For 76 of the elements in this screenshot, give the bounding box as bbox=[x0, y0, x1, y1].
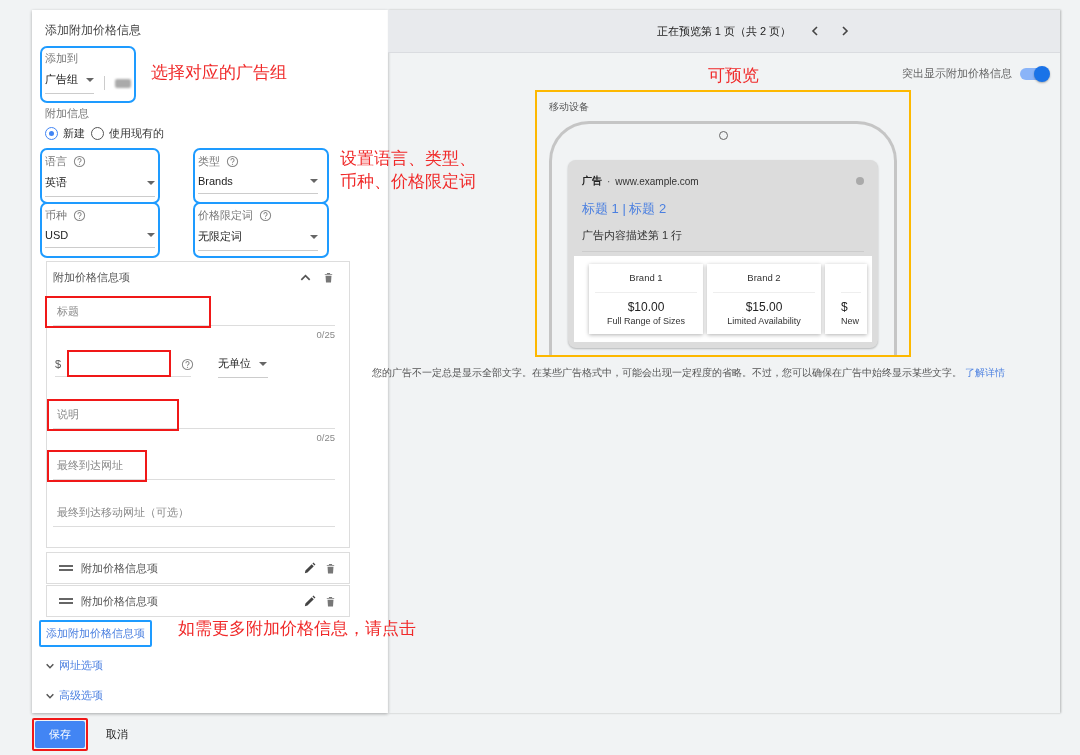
headline-field[interactable]: 标题 bbox=[53, 299, 335, 326]
price-text: $ bbox=[841, 300, 849, 314]
panel-title: 添加附加价格信息 bbox=[45, 22, 142, 39]
annotation-text: 可预览 bbox=[708, 65, 759, 87]
ad-label: 广告 bbox=[582, 174, 602, 188]
trash-icon[interactable] bbox=[324, 594, 337, 608]
item-title: 附加价格信息项 bbox=[81, 560, 159, 576]
device-label: 移动设备 bbox=[549, 100, 590, 114]
dropdown-arrow-icon bbox=[86, 77, 94, 82]
help-icon[interactable] bbox=[226, 155, 239, 168]
cancel-button[interactable]: 取消 bbox=[102, 722, 132, 746]
help-icon[interactable] bbox=[259, 209, 272, 222]
masked-label bbox=[114, 78, 131, 88]
character-counter: 0/25 bbox=[315, 329, 335, 340]
collapsed-item[interactable]: 附加价格信息项 bbox=[46, 552, 350, 584]
drag-handle-icon[interactable] bbox=[59, 564, 73, 572]
dropdown-arrow-icon bbox=[259, 361, 267, 366]
annotation-text: 如需更多附加价格信息，请点击 bbox=[178, 618, 416, 640]
field-label: 语言 bbox=[45, 154, 67, 169]
price-card-header: Brand 2 bbox=[713, 272, 815, 293]
price-field[interactable]: $ bbox=[55, 351, 191, 377]
help-icon[interactable] bbox=[73, 155, 86, 168]
setting-dropdown[interactable]: USD bbox=[45, 229, 155, 248]
radio-option[interactable]: 新建 bbox=[45, 126, 85, 141]
price-description: New bbox=[841, 316, 860, 326]
info-icon bbox=[856, 177, 864, 185]
pencil-icon[interactable] bbox=[303, 561, 316, 575]
trash-icon[interactable] bbox=[322, 271, 335, 284]
url-field[interactable]: 最终到达网址 bbox=[53, 453, 335, 480]
help-icon[interactable] bbox=[181, 357, 194, 371]
description-field[interactable]: 说明 bbox=[53, 402, 335, 429]
help-icon[interactable] bbox=[73, 209, 86, 222]
item-title: 附加价格信息项 bbox=[81, 593, 159, 609]
add-item-link[interactable]: 添加附加价格信息项 bbox=[39, 620, 152, 647]
save-button[interactable]: 保存 bbox=[35, 720, 85, 748]
dropdown-arrow-icon bbox=[147, 233, 155, 237]
price-text: $15.00 bbox=[744, 300, 784, 314]
price-description: Full Range of Sizes bbox=[605, 316, 686, 326]
collapsed-item[interactable]: 附加价格信息项 bbox=[46, 585, 350, 617]
field-label: 币种 bbox=[45, 208, 67, 223]
learn-more-link[interactable]: 了解详情 bbox=[964, 367, 1005, 378]
unit-dropdown[interactable]: 无单位 bbox=[218, 350, 268, 378]
toggle-label: 突出显示附加价格信息 bbox=[902, 67, 1012, 81]
pager-text: 正在预览第 1 页（共 2 页） bbox=[656, 23, 792, 39]
trash-icon[interactable] bbox=[324, 561, 337, 575]
price-card-header: Brand 1 bbox=[595, 272, 697, 293]
dropdown-arrow-icon bbox=[147, 180, 155, 185]
item-title: 附加价格信息项 bbox=[53, 270, 131, 285]
radio-label: 使用现有的 bbox=[109, 126, 164, 141]
ad-group-dropdown[interactable]: 广告组 bbox=[45, 72, 94, 94]
annotation-text: 选择对应的广告组 bbox=[151, 62, 287, 84]
expandable-section[interactable]: 高级选项 bbox=[45, 687, 103, 705]
mobile-url-field[interactable]: 最终到达移动网址（可选） bbox=[53, 500, 335, 527]
setting-dropdown[interactable]: 英语 bbox=[45, 175, 155, 197]
setting-dropdown[interactable]: 无限定词 bbox=[198, 229, 318, 251]
field-label: 附加信息 bbox=[45, 106, 90, 121]
radio-option[interactable]: 使用现有的 bbox=[91, 126, 164, 141]
separator-dot: · bbox=[607, 175, 611, 187]
notice-text: 您的广告不一定总是显示全部文字。在某些广告格式中，可能会出现一定程度的省略。不过，您可以确保在广告中始终显示某些文字。 bbox=[372, 367, 962, 378]
field-label: 类型 bbox=[198, 154, 220, 169]
ad-description: 广告内容描述第 1 行 bbox=[582, 228, 864, 252]
field-label: 价格限定词 bbox=[198, 208, 253, 223]
field-label: 添加到 bbox=[45, 51, 79, 66]
radio-label: 新建 bbox=[63, 126, 85, 141]
pencil-icon[interactable] bbox=[303, 594, 316, 608]
annotation-text: 设置语言、类型、币种、价格限定词 bbox=[340, 148, 477, 193]
ad-url: www.example.com bbox=[615, 175, 700, 187]
drag-handle-icon[interactable] bbox=[59, 597, 73, 605]
character-counter: 0/25 bbox=[315, 432, 335, 443]
toggle-switch[interactable] bbox=[1020, 68, 1048, 80]
dropdown-arrow-icon bbox=[310, 179, 318, 183]
setting-dropdown[interactable]: Brands bbox=[198, 175, 318, 194]
price-text: $10.00 bbox=[626, 300, 666, 314]
price-description: Limited Availability bbox=[726, 316, 802, 326]
expandable-section[interactable]: 网址选项 bbox=[45, 657, 103, 675]
dropdown-arrow-icon bbox=[310, 234, 318, 239]
